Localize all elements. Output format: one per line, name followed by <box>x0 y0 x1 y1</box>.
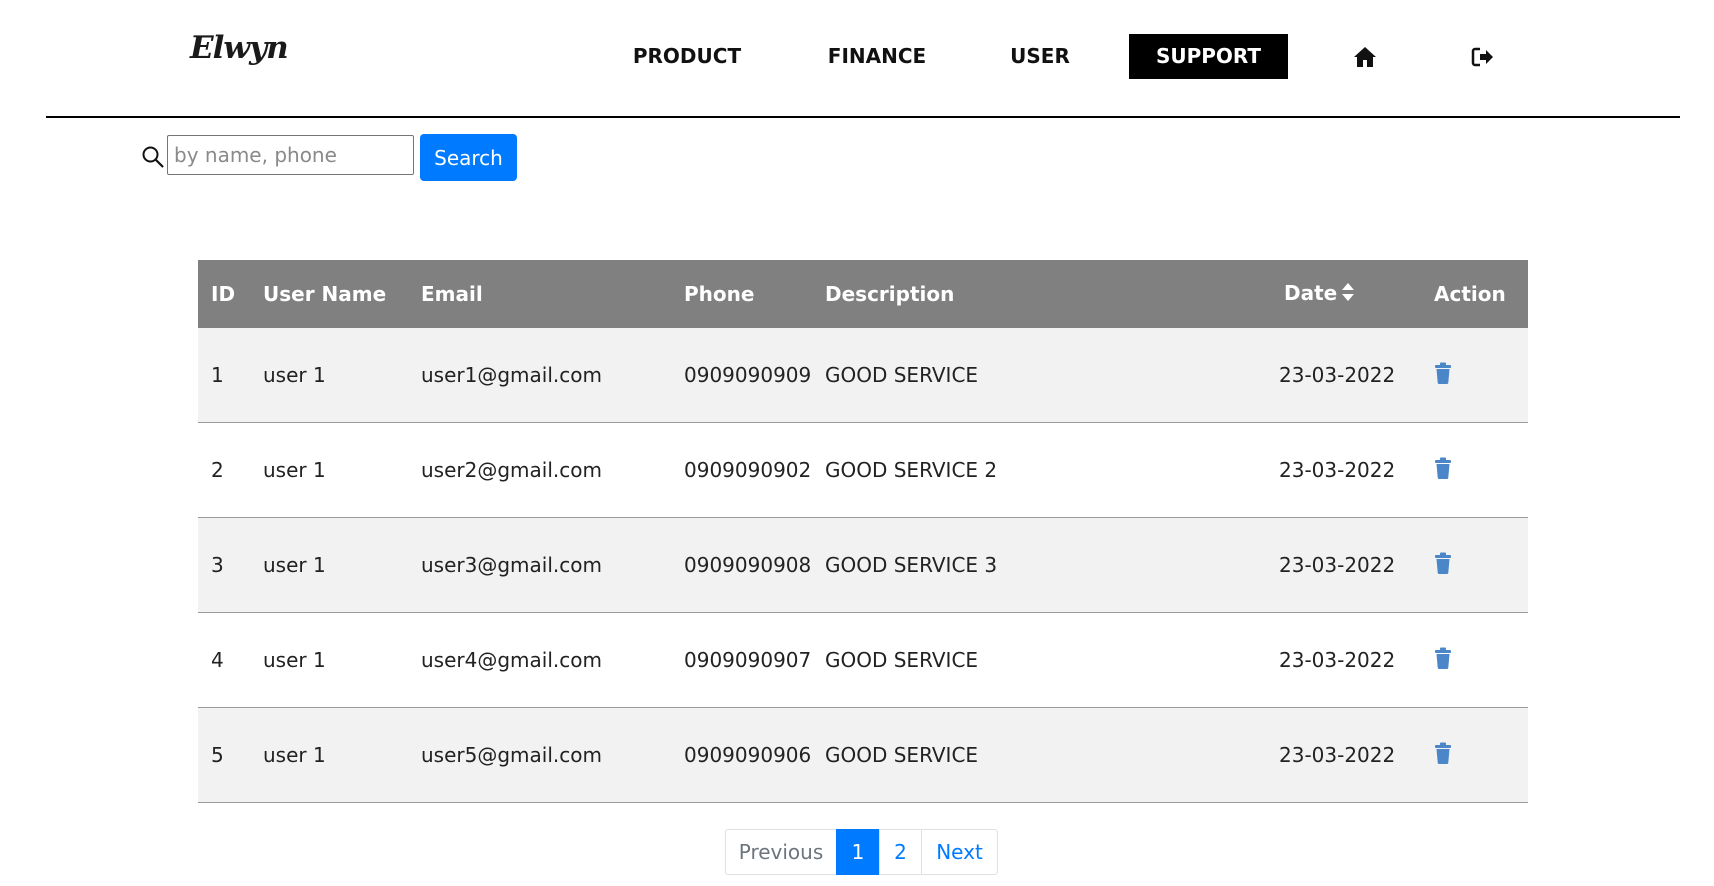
cell-description: GOOD SERVICE <box>825 707 1279 803</box>
cell-phone: 0909090902 <box>684 422 825 518</box>
trash-icon[interactable] <box>1434 362 1452 389</box>
pagination-page-1[interactable]: 1 <box>836 829 880 875</box>
trash-icon[interactable] <box>1434 552 1452 579</box>
cell-date: 23-03-2022 <box>1279 707 1434 803</box>
cell-phone: 0909090909 <box>684 328 825 423</box>
cell-description: GOOD SERVICE 2 <box>825 422 1279 518</box>
column-header-id: ID <box>198 260 263 328</box>
cell-phone: 0909090906 <box>684 707 825 803</box>
nav-product[interactable]: PRODUCT <box>622 34 752 79</box>
cell-action <box>1434 328 1528 423</box>
cell-id: 3 <box>198 517 263 613</box>
cell-phone: 0909090907 <box>684 612 825 708</box>
sort-icon[interactable] <box>1341 282 1355 307</box>
cell-email: user3@gmail.com <box>421 517 684 613</box>
home-icon[interactable] <box>1352 44 1378 70</box>
cell-description: GOOD SERVICE 3 <box>825 517 1279 613</box>
pagination-next[interactable]: Next <box>921 829 998 875</box>
nav-finance[interactable]: FINANCE <box>812 34 942 79</box>
brand-logo[interactable]: Elwyn <box>190 30 289 66</box>
header-divider <box>46 116 1680 118</box>
table-row: 1 user 1 user1@gmail.com 0909090909 GOOD SER… <box>198 328 1528 423</box>
search-input[interactable] <box>167 135 414 175</box>
cell-date: 23-03-2022 <box>1279 328 1434 423</box>
trash-icon[interactable] <box>1434 647 1452 674</box>
cell-action <box>1434 517 1528 613</box>
cell-user-name: user 1 <box>263 517 421 613</box>
column-header-phone: Phone <box>684 260 825 328</box>
cell-id: 2 <box>198 422 263 518</box>
table-header-row: ID User Name Email Phone Description Dat… <box>198 260 1528 328</box>
cell-description: GOOD SERVICE <box>825 328 1279 423</box>
pagination-previous[interactable]: Previous <box>725 829 837 875</box>
cell-user-name: user 1 <box>263 707 421 803</box>
cell-date: 23-03-2022 <box>1279 517 1434 613</box>
search-button[interactable]: Search <box>420 134 517 181</box>
cell-email: user1@gmail.com <box>421 328 684 423</box>
search-icon <box>141 145 165 169</box>
cell-action <box>1434 612 1528 708</box>
cell-date: 23-03-2022 <box>1279 612 1434 708</box>
date-header-label: Date <box>1284 281 1338 305</box>
cell-action <box>1434 707 1528 803</box>
cell-user-name: user 1 <box>263 328 421 423</box>
nav-user[interactable]: USER <box>990 34 1090 79</box>
cell-description: GOOD SERVICE <box>825 612 1279 708</box>
cell-phone: 0909090908 <box>684 517 825 613</box>
table-row: 4 user 1 user4@gmail.com 0909090907 GOOD SER… <box>198 612 1528 708</box>
column-header-action: Action <box>1434 260 1528 328</box>
cell-user-name: user 1 <box>263 612 421 708</box>
cell-action <box>1434 422 1528 518</box>
table-row: 3 user 1 user3@gmail.com 0909090908 GOOD SER… <box>198 517 1528 613</box>
column-header-date[interactable]: Date <box>1279 260 1434 328</box>
trash-icon[interactable] <box>1434 457 1452 484</box>
table-row: 5 user 1 user5@gmail.com 0909090906 GOOD SER… <box>198 707 1528 803</box>
logout-icon[interactable] <box>1470 44 1496 70</box>
column-header-user-name: User Name <box>263 260 421 328</box>
cell-id: 1 <box>198 328 263 423</box>
pagination-page-2[interactable]: 2 <box>879 829 922 875</box>
table-row: 2 user 1 user2@gmail.com 0909090902 GOOD SER… <box>198 422 1528 518</box>
feedback-table: ID User Name Email Phone Description Dat… <box>198 260 1528 803</box>
cell-email: user2@gmail.com <box>421 422 684 518</box>
trash-icon[interactable] <box>1434 742 1452 769</box>
top-navbar: Elwyn PRODUCT FINANCE USER SUPPORT <box>0 0 1714 118</box>
nav-support[interactable]: SUPPORT <box>1129 34 1288 79</box>
cell-id: 5 <box>198 707 263 803</box>
column-header-description: Description <box>825 260 1279 328</box>
cell-email: user5@gmail.com <box>421 707 684 803</box>
column-header-email: Email <box>421 260 684 328</box>
cell-id: 4 <box>198 612 263 708</box>
cell-user-name: user 1 <box>263 422 421 518</box>
cell-email: user4@gmail.com <box>421 612 684 708</box>
pagination: Previous 1 2 Next <box>725 829 998 875</box>
cell-date: 23-03-2022 <box>1279 422 1434 518</box>
